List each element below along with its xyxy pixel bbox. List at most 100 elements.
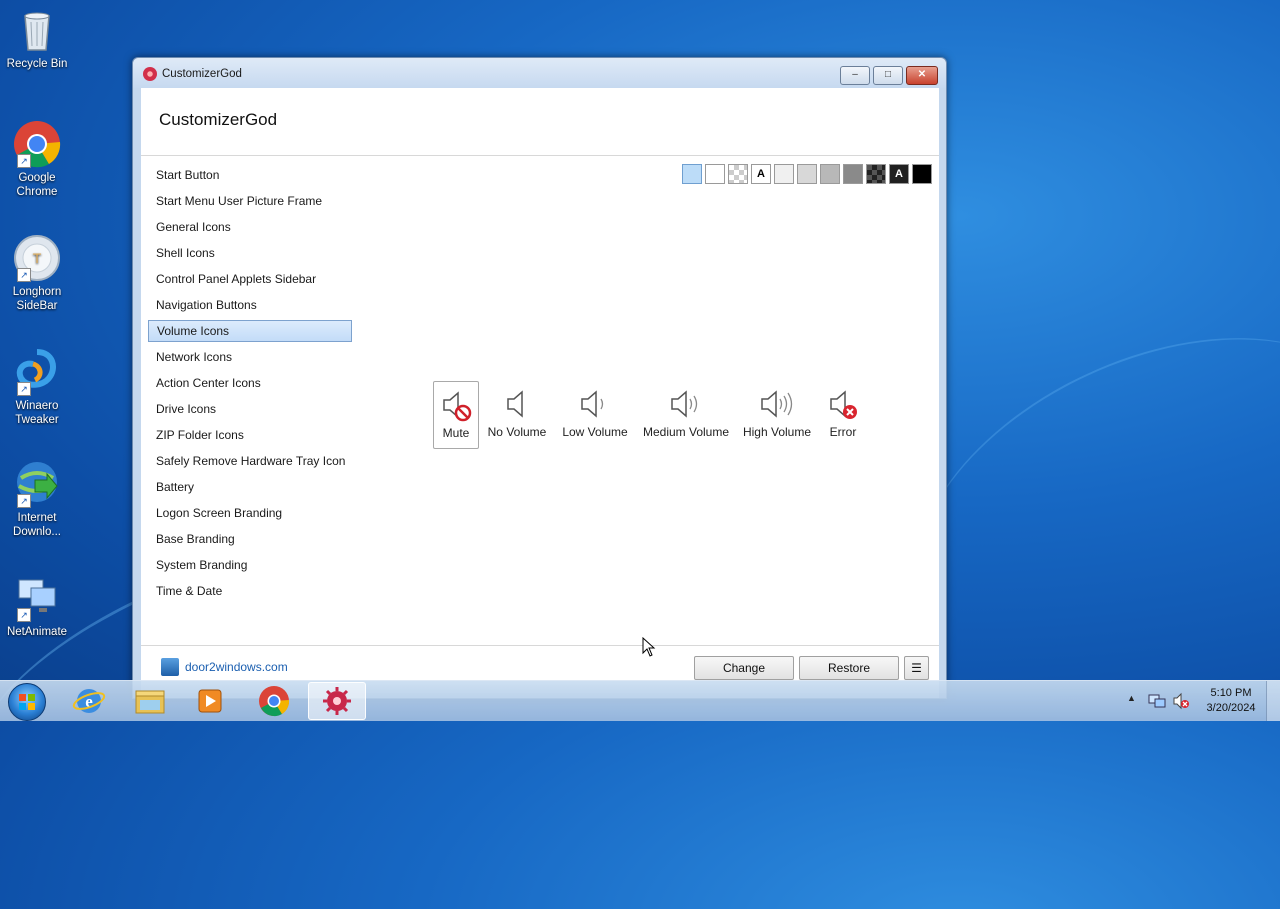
sidebar-item-time-date[interactable]: Time & Date [148, 580, 352, 602]
swatch-checker[interactable] [728, 164, 748, 184]
volume-icon-item-no-volume[interactable]: No Volume [485, 381, 549, 449]
desktop-icon-netanimate[interactable]: ↗ NetAnimate [0, 574, 74, 639]
sidebar-item-volume-icons[interactable]: Volume Icons [148, 320, 352, 342]
recycle-bin-icon [13, 6, 61, 54]
sidebar-item-logon-screen-branding[interactable]: Logon Screen Branding [148, 502, 352, 524]
chrome-icon: ↗ [13, 120, 61, 168]
swatch-gray[interactable] [820, 164, 840, 184]
file-explorer-icon [135, 690, 165, 714]
swatch-dark-text[interactable]: A [889, 164, 909, 184]
menu-button[interactable]: ☰ [904, 656, 929, 680]
taskbar: e ▲ 5:10 PM 3/20/2024 [0, 680, 1280, 721]
sidebar-item-system-branding[interactable]: System Branding [148, 554, 352, 576]
volume-icon-label: Low Volume [562, 425, 628, 439]
taskbar-media-player[interactable] [181, 682, 239, 720]
header-divider [141, 155, 939, 156]
volume-icon-label: No Volume [487, 425, 547, 439]
customizergod-window: CustomizerGod – □ ✕ CustomizerGod Start … [132, 57, 947, 699]
volume-icon-label: Mute [442, 426, 470, 440]
chrome-icon [259, 686, 290, 717]
sidebar-item-general-icons[interactable]: General Icons [148, 216, 352, 238]
desktop-icon-label: Longhorn SideBar [12, 286, 62, 312]
sidebar-item-network-icons[interactable]: Network Icons [148, 346, 352, 368]
shortcut-arrow-icon: ↗ [17, 382, 31, 396]
change-button[interactable]: Change [694, 656, 794, 680]
window-titlebar[interactable]: CustomizerGod – □ ✕ [133, 58, 946, 88]
window-client-area: CustomizerGod Start Button Start Menu Us… [141, 88, 939, 698]
sidebar-item-navigation-buttons[interactable]: Navigation Buttons [148, 294, 352, 316]
maximize-button[interactable]: □ [873, 66, 903, 85]
taskbar-chrome[interactable] [245, 682, 303, 720]
speaker-mute-icon [443, 391, 472, 422]
volume-icon-label: Medium Volume [642, 425, 730, 439]
clock-time: 5:10 PM [1210, 687, 1252, 699]
desktop-icon-label: Winaero Tweaker [15, 400, 59, 426]
volume-icon-item-error[interactable]: Error [823, 381, 863, 449]
taskbar-internet-explorer[interactable]: e [60, 682, 118, 720]
show-hidden-icons-button[interactable]: ▲ [1127, 693, 1136, 703]
speaker-error-icon [830, 390, 857, 419]
desktop-icon-label: Recycle Bin [6, 58, 68, 70]
swatch-white-text[interactable]: A [751, 164, 771, 184]
sidebar-item-start-menu-user-picture-frame[interactable]: Start Menu User Picture Frame [148, 190, 352, 212]
desktop-icon-recycle-bin[interactable]: Recycle Bin [0, 6, 74, 71]
mouse-cursor-icon [642, 637, 656, 657]
longhorn-sidebar-icon: T ↗ [13, 234, 61, 282]
shortcut-arrow-icon: ↗ [17, 494, 31, 508]
volume-icon-item-high-volume[interactable]: High Volume [739, 381, 815, 449]
minimize-button[interactable]: – [840, 66, 870, 85]
sidebar-item-start-button[interactable]: Start Button [148, 164, 352, 186]
taskbar-file-explorer[interactable] [121, 682, 179, 720]
volume-muted-icon[interactable] [1172, 692, 1190, 710]
swatch-light-blue[interactable] [682, 164, 702, 184]
media-player-icon [198, 689, 222, 713]
customizergod-icon [323, 687, 351, 715]
svg-text:T: T [33, 250, 42, 266]
volume-icon-item-low-volume[interactable]: Low Volume [559, 381, 631, 449]
internet-explorer-icon: e [72, 689, 106, 713]
show-desktop-button[interactable] [1266, 681, 1280, 721]
volume-icon-item-medium-volume[interactable]: Medium Volume [640, 381, 732, 449]
desktop-icon-label: NetAnimate [6, 626, 68, 638]
start-button[interactable] [8, 683, 46, 721]
speaker-low-volume-icon [581, 390, 604, 418]
desktop-icon-winaero-tweaker[interactable]: ↗ Winaero Tweaker [0, 348, 74, 427]
swatch-dark-gray[interactable] [843, 164, 863, 184]
shortcut-arrow-icon: ↗ [17, 154, 31, 168]
app-heading: CustomizerGod [159, 110, 278, 129]
sidebar-item-base-branding[interactable]: Base Branding [148, 528, 352, 550]
volume-icon-label: High Volume [742, 425, 812, 439]
taskbar-customizergod[interactable] [308, 682, 366, 720]
door2windows-logo-icon [161, 658, 179, 676]
network-icon[interactable] [1148, 693, 1166, 709]
sidebar-item-action-center-icons[interactable]: Action Center Icons [148, 372, 352, 394]
swatch-light-gray[interactable] [797, 164, 817, 184]
internet-download-manager-icon: ↗ [13, 460, 61, 508]
desktop-icon-longhorn-sidebar[interactable]: T ↗ Longhorn SideBar [0, 234, 74, 313]
shortcut-arrow-icon: ↗ [17, 268, 31, 282]
desktop-icon-google-chrome[interactable]: ↗ Google Chrome [0, 120, 74, 199]
swatch-black[interactable] [912, 164, 932, 184]
volume-icon-label: Error [829, 425, 857, 439]
swatch-very-light-gray[interactable] [774, 164, 794, 184]
sidebar-item-battery[interactable]: Battery [148, 476, 352, 498]
clock-date: 3/20/2024 [1206, 702, 1256, 714]
clock[interactable]: 5:10 PM 3/20/2024 [1196, 686, 1266, 716]
sidebar-item-shell-icons[interactable]: Shell Icons [148, 242, 352, 264]
sidebar-item-safely-remove-hardware-tray-icon[interactable]: Safely Remove Hardware Tray Icon [148, 450, 352, 472]
door2windows-link[interactable]: door2windows.com [185, 660, 288, 674]
desktop-icon-internet-download-manager[interactable]: ↗ Internet Downlo... [0, 460, 74, 539]
speaker-no-volume-icon [507, 390, 523, 418]
restore-button[interactable]: Restore [799, 656, 899, 680]
close-button[interactable]: ✕ [906, 66, 938, 85]
desktop-icon-label: Internet Downlo... [13, 512, 61, 538]
swatch-white[interactable] [705, 164, 725, 184]
volume-icon-item-mute[interactable]: Mute [433, 381, 479, 449]
swatch-dark-checker[interactable] [866, 164, 886, 184]
sidebar-item-control-panel-applets-sidebar[interactable]: Control Panel Applets Sidebar [148, 268, 352, 290]
speaker-medium-volume-icon [671, 390, 698, 418]
speaker-high-volume-icon [761, 390, 793, 418]
sidebar-item-zip-folder-icons[interactable]: ZIP Folder Icons [148, 424, 352, 446]
winaero-tweaker-icon: ↗ [13, 348, 61, 396]
sidebar-item-drive-icons[interactable]: Drive Icons [148, 398, 352, 420]
